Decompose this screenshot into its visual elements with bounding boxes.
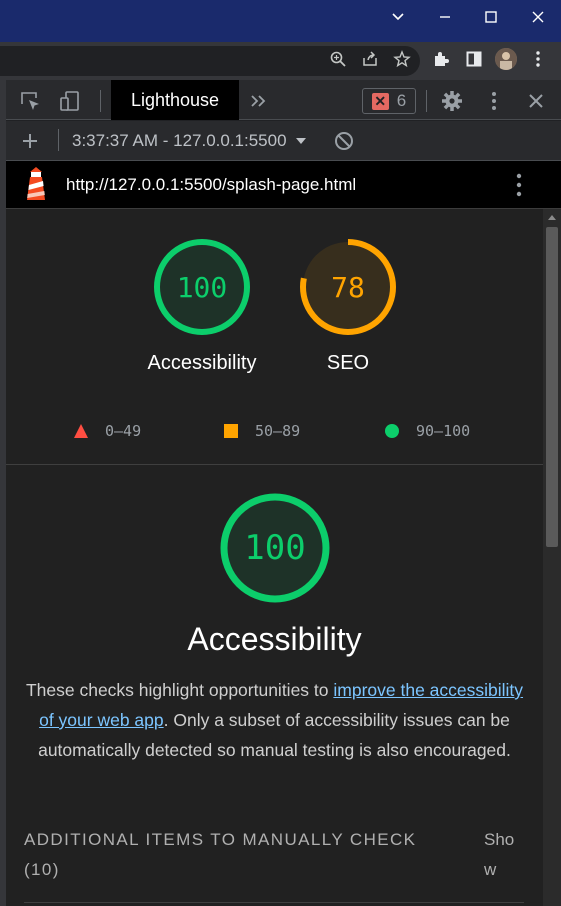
- share-icon[interactable]: [359, 48, 381, 70]
- manual-checks-title: ADDITIONAL ITEMS TO MANUALLY CHECK: [24, 830, 417, 849]
- kebab-icon[interactable]: [527, 48, 549, 70]
- zoom-icon[interactable]: [327, 48, 349, 70]
- devtools-toolbar: Lighthouse ✕ 6: [6, 80, 561, 120]
- window-titlebar: [0, 0, 561, 42]
- legend-item-fail: 0–49: [73, 422, 141, 440]
- close-icon[interactable]: [521, 4, 555, 30]
- error-icon: ✕: [371, 92, 389, 110]
- lighthouse-logo: [22, 166, 50, 207]
- browser-toolbar: [0, 42, 561, 80]
- category-gauge: 100: [220, 493, 330, 603]
- manual-checks-count: (10): [24, 860, 60, 879]
- triangle-icon: [74, 424, 88, 438]
- divider: [6, 464, 543, 465]
- legend-item-average: 50–89: [223, 422, 300, 440]
- device-icon[interactable]: [58, 89, 82, 113]
- inspect-icon[interactable]: [18, 89, 42, 113]
- plus-icon[interactable]: [18, 129, 42, 153]
- error-count-badge[interactable]: ✕ 6: [362, 88, 416, 114]
- legend-range: 90–100: [416, 422, 471, 440]
- avatar[interactable]: [495, 48, 517, 70]
- category-description: These checks highlight opportunities to …: [20, 675, 529, 765]
- gauge-seo[interactable]: 78: [300, 239, 396, 335]
- category-score: 100: [244, 528, 306, 568]
- more-tabs-icon[interactable]: [246, 89, 270, 113]
- error-count: 6: [396, 91, 407, 110]
- lighthouse-toolbar: 3:37:37 AM - 127.0.0.1:5500: [6, 121, 561, 161]
- report-url-bar: http://127.0.0.1:5500/splash-page.html: [6, 161, 561, 209]
- toolbar-divider: [58, 129, 59, 151]
- legend-range: 0–49: [105, 422, 142, 440]
- gauge-score: 78: [331, 270, 365, 304]
- more-options-icon[interactable]: [482, 89, 506, 113]
- scroll-up-icon[interactable]: [547, 213, 557, 221]
- toolbar-divider: [426, 90, 427, 112]
- show-button[interactable]: Show: [484, 825, 524, 885]
- report-menu-icon[interactable]: [516, 173, 522, 202]
- star-icon[interactable]: [391, 48, 413, 70]
- gauge-accessibility[interactable]: 100: [154, 239, 250, 335]
- minimize-icon[interactable]: [428, 4, 462, 30]
- sidebar-icon[interactable]: [463, 48, 485, 70]
- omnibox[interactable]: [0, 46, 420, 76]
- gauge-score: 100: [176, 270, 228, 304]
- description-text: These checks highlight opportunities to: [25, 680, 334, 700]
- report-selector[interactable]: 3:37:37 AM - 127.0.0.1:5500: [72, 121, 307, 161]
- chevron-down-icon[interactable]: [381, 4, 415, 30]
- gauge-label: SEO: [326, 352, 370, 374]
- lighthouse-report: 100 Accessibility 78 SEO 0–49 50–89 90–1…: [6, 209, 543, 906]
- dropdown-triangle-icon: [295, 138, 306, 144]
- report-selector-label: 3:37:37 AM - 127.0.0.1:5500: [72, 131, 287, 150]
- category-title: Accessibility: [187, 621, 362, 657]
- block-icon[interactable]: [332, 129, 356, 153]
- report-url[interactable]: http://127.0.0.1:5500/splash-page.html: [66, 161, 356, 209]
- square-icon: [224, 424, 238, 438]
- divider: [24, 902, 524, 903]
- maximize-icon[interactable]: [474, 4, 508, 30]
- report-scrollbar[interactable]: [543, 209, 561, 906]
- legend-item-pass: 90–100: [384, 422, 470, 440]
- manual-checks-heading[interactable]: ADDITIONAL ITEMS TO MANUALLY CHECK (10): [24, 825, 444, 885]
- gear-icon[interactable]: [440, 89, 464, 113]
- legend-range: 50–89: [255, 422, 301, 440]
- close-devtools-icon[interactable]: [524, 89, 548, 113]
- gauge-label: Accessibility: [147, 352, 257, 374]
- scrollbar-thumb[interactable]: [546, 227, 558, 547]
- toolbar-divider: [100, 90, 101, 112]
- tab-lighthouse[interactable]: Lighthouse: [111, 80, 239, 120]
- extensions-icon[interactable]: [430, 48, 452, 70]
- circle-icon: [385, 424, 399, 438]
